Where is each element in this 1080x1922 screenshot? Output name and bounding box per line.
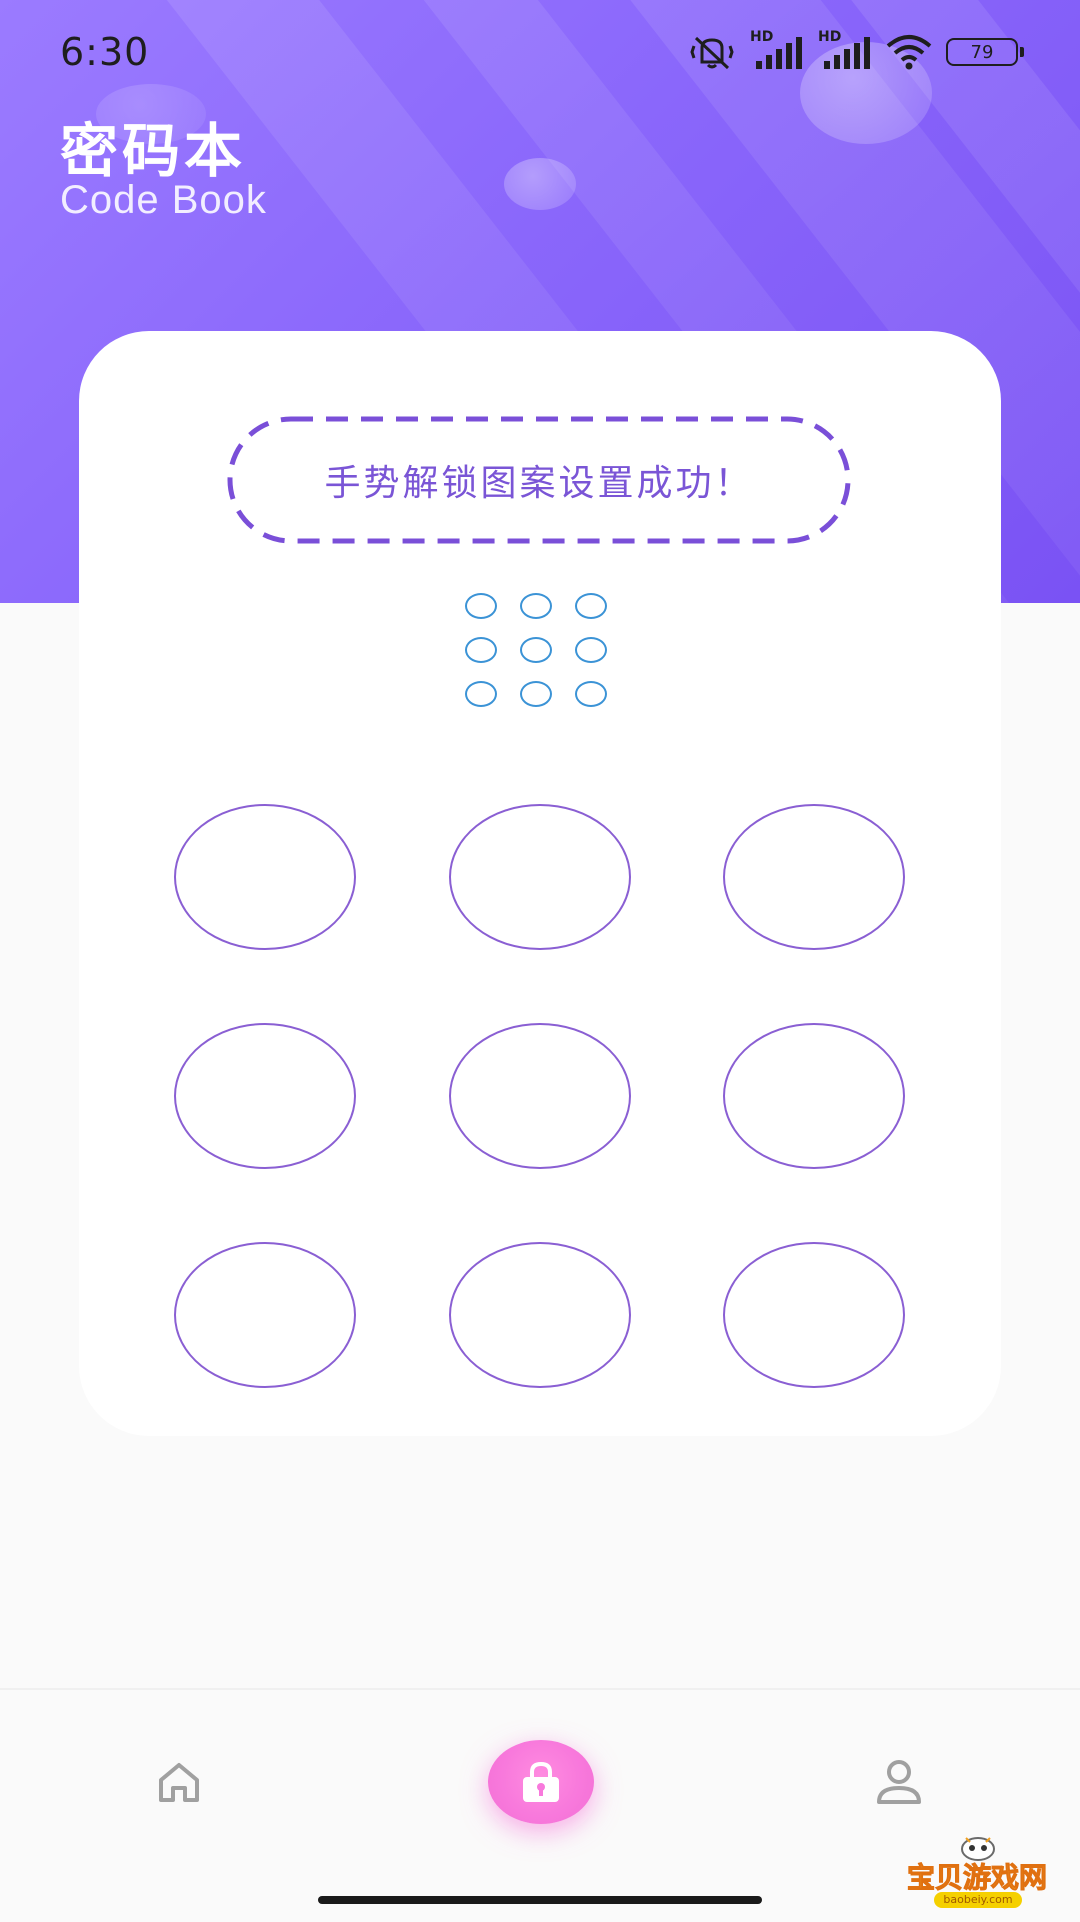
gesture-node-7[interactable] — [174, 1242, 356, 1388]
pattern-preview-dot — [520, 637, 552, 663]
pattern-preview-dot — [465, 593, 497, 619]
pattern-preview — [465, 593, 615, 715]
pattern-preview-dot — [520, 593, 552, 619]
status-message-text: 手势解锁图案设置成功！ — [324, 463, 754, 504]
watermark-logo: 宝贝游戏网 baobeiy.com — [902, 1832, 1052, 1908]
mute-vibrate-icon — [690, 36, 734, 70]
gesture-node-2[interactable] — [449, 804, 631, 950]
status-time: 6:30 — [60, 30, 150, 74]
gesture-node-3[interactable] — [723, 804, 905, 950]
lock-icon — [523, 1761, 559, 1802]
home-icon — [159, 1763, 199, 1802]
watermark-url: baobeiy.com — [934, 1892, 1022, 1908]
decor-bubble — [504, 158, 576, 210]
user-icon — [877, 1760, 921, 1804]
status-message-banner: 手势解锁图案设置成功！ — [227, 416, 851, 544]
gesture-node-4[interactable] — [174, 1023, 356, 1169]
pattern-preview-dot — [465, 681, 497, 707]
app-title: 密码本 — [60, 117, 247, 185]
nav-profile-button[interactable] — [874, 1758, 924, 1806]
gesture-node-8[interactable] — [449, 1242, 631, 1388]
gesture-node-5[interactable] — [449, 1023, 631, 1169]
app-subtitle: Code Book — [60, 178, 267, 222]
gesture-node-6[interactable] — [723, 1023, 905, 1169]
pattern-preview-dot — [575, 593, 607, 619]
battery-level: 79 — [970, 41, 994, 63]
nav-home-button[interactable] — [155, 1760, 203, 1804]
home-indicator — [318, 1896, 762, 1904]
battery-tip — [1020, 47, 1024, 57]
gesture-node-9[interactable] — [723, 1242, 905, 1388]
watermark-text: 宝贝游戏网 — [906, 1861, 1047, 1895]
pattern-preview-dot — [520, 681, 552, 707]
signal-bars-icon — [756, 37, 802, 69]
gesture-node-1[interactable] — [174, 804, 356, 950]
status-icons: HD HD 79 — [688, 29, 1024, 74]
pattern-preview-dot — [465, 637, 497, 663]
wifi-icon — [886, 35, 932, 70]
battery-icon: 79 — [946, 38, 1024, 66]
signal-group-2: HD — [818, 29, 872, 71]
nav-lock-button[interactable] — [488, 1740, 594, 1824]
signal-group-1: HD — [750, 29, 804, 71]
signal-bars-icon — [824, 37, 870, 69]
pattern-preview-dot — [575, 637, 607, 663]
pattern-preview-dot — [575, 681, 607, 707]
